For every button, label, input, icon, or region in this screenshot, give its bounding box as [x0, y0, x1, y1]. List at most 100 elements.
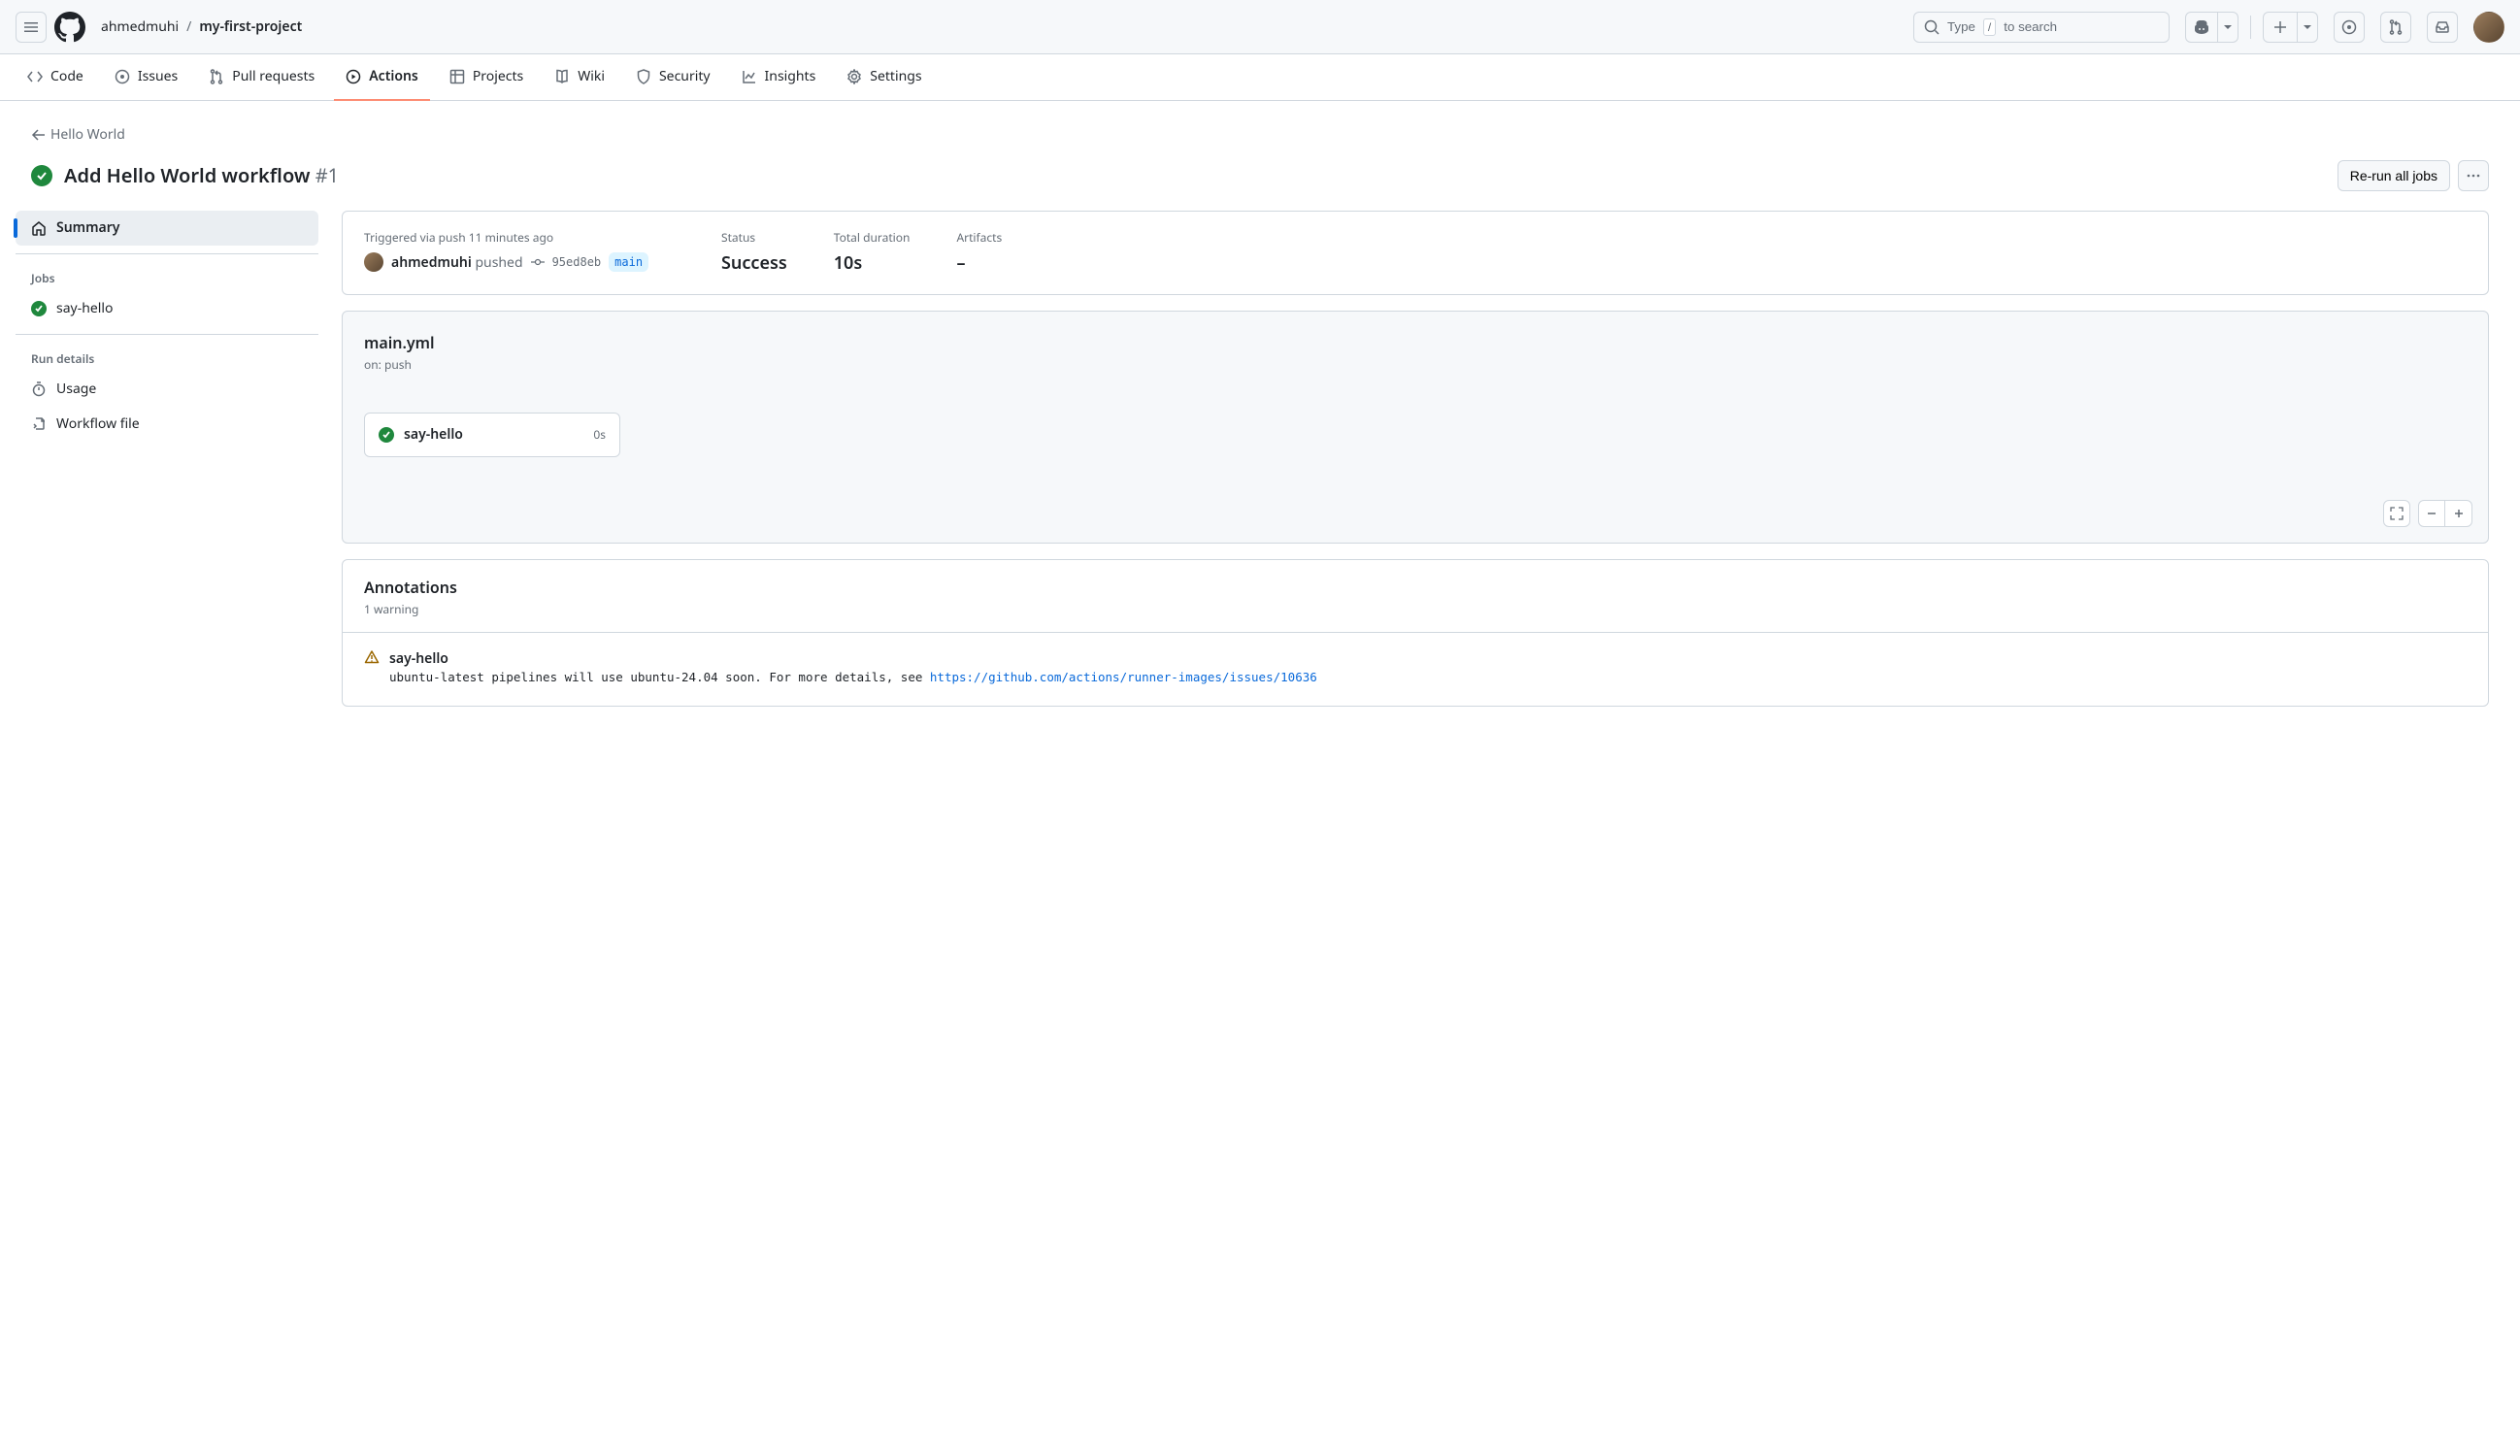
create-new-button[interactable]	[2263, 12, 2298, 43]
user-avatar[interactable]	[2473, 12, 2504, 43]
trigger-user-text: ahmedmuhi pushed	[391, 252, 523, 273]
arrow-left-icon	[31, 127, 47, 143]
hamburger-icon	[23, 19, 39, 35]
sidebar-workflow-file[interactable]: Workflow file	[16, 407, 318, 442]
play-circle-icon	[346, 69, 361, 84]
annotations-card: Annotations 1 warning say-hello ubuntu-l…	[342, 559, 2489, 708]
workflow-trigger: on: push	[364, 356, 2467, 374]
run-title: Add Hello World workflow #1	[31, 161, 339, 190]
search-input[interactable]: Type / to search	[1913, 12, 2170, 43]
duration-label: Total duration	[834, 229, 911, 247]
more-actions-button[interactable]	[2458, 160, 2489, 191]
notifications-button[interactable]	[2427, 12, 2458, 43]
search-icon	[1924, 19, 1940, 35]
hamburger-button[interactable]	[16, 12, 47, 43]
search-suffix: to search	[2004, 19, 2057, 34]
tab-security-label: Security	[659, 66, 711, 86]
pull-request-icon	[2388, 19, 2404, 35]
job-node-say-hello[interactable]: say-hello 0s	[364, 413, 620, 457]
github-logo[interactable]	[54, 12, 85, 43]
home-icon	[31, 220, 47, 236]
tab-actions[interactable]: Actions	[334, 54, 430, 101]
inbox-icon	[2435, 19, 2450, 35]
breadcrumb-repo[interactable]: my-first-project	[199, 17, 302, 37]
trigger-verb: pushed	[475, 253, 522, 272]
artifacts-value: –	[956, 250, 1002, 277]
kebab-icon	[2466, 168, 2481, 183]
sidebar-workflow-file-label: Workflow file	[56, 414, 140, 434]
zoom-in-button[interactable]	[2445, 500, 2472, 527]
tab-wiki-label: Wiki	[578, 66, 605, 86]
commit-sha[interactable]: 95ed8eb	[552, 253, 602, 271]
search-kbd: /	[1983, 18, 1996, 36]
code-icon	[27, 69, 43, 84]
tab-issues-label: Issues	[138, 66, 178, 86]
status-value: Success	[721, 250, 787, 277]
tab-settings[interactable]: Settings	[835, 54, 933, 101]
repo-nav: Code Issues Pull requests Actions Projec…	[0, 54, 2520, 101]
back-link-text: Hello World	[50, 124, 125, 145]
annotation-link[interactable]: https://github.com/actions/runner-images…	[930, 670, 1317, 684]
pull-request-icon	[209, 69, 224, 84]
artifacts-label: Artifacts	[956, 229, 1002, 247]
sidebar-usage[interactable]: Usage	[16, 372, 318, 407]
create-dropdown[interactable]	[2298, 12, 2318, 43]
tab-pull-requests[interactable]: Pull requests	[197, 54, 326, 101]
tab-security[interactable]: Security	[624, 54, 722, 101]
sidebar-jobs-header: Jobs	[16, 262, 318, 291]
branch-badge[interactable]: main	[609, 252, 648, 272]
tab-wiki[interactable]: Wiki	[543, 54, 616, 101]
workflow-card: main.yml on: push say-hello 0s	[342, 311, 2489, 544]
warning-icon	[364, 649, 380, 665]
stopwatch-icon	[31, 381, 47, 397]
tab-insights-label: Insights	[765, 66, 816, 86]
issue-icon	[115, 69, 130, 84]
sidebar-job-say-hello[interactable]: say-hello	[16, 291, 318, 326]
annotations-count: 1 warning	[364, 601, 2467, 618]
project-icon	[449, 69, 465, 84]
chevron-down-icon	[2304, 23, 2311, 31]
fullscreen-icon	[2390, 507, 2404, 520]
pull-requests-button[interactable]	[2380, 12, 2411, 43]
summary-card: Triggered via push 11 minutes ago ahmedm…	[342, 211, 2489, 295]
zoom-out-button[interactable]	[2418, 500, 2445, 527]
annotations-title: Annotations	[364, 576, 2467, 599]
graph-icon	[742, 69, 757, 84]
success-check-icon	[31, 165, 52, 186]
tab-insights[interactable]: Insights	[730, 54, 828, 101]
sidebar-job-label: say-hello	[56, 298, 113, 318]
back-link[interactable]: Hello World	[31, 124, 125, 145]
tab-projects[interactable]: Projects	[438, 54, 535, 101]
tab-settings-label: Settings	[870, 66, 921, 86]
copilot-button[interactable]	[2185, 12, 2218, 43]
trigger-user[interactable]: ahmedmuhi	[391, 253, 472, 272]
job-node-duration: 0s	[593, 426, 606, 444]
search-prefix: Type	[1947, 19, 1975, 34]
success-check-icon	[31, 301, 47, 316]
issues-button[interactable]	[2334, 12, 2365, 43]
gear-icon	[846, 69, 862, 84]
copilot-dropdown[interactable]	[2218, 12, 2238, 43]
repo-breadcrumb: ahmedmuhi / my-first-project	[101, 17, 302, 37]
rerun-button[interactable]: Re-run all jobs	[2338, 160, 2450, 191]
copilot-button-group	[2185, 12, 2238, 43]
trigger-user-avatar[interactable]	[364, 252, 383, 272]
sidebar-summary[interactable]: Summary	[16, 211, 318, 246]
tab-issues[interactable]: Issues	[103, 54, 189, 101]
breadcrumb-owner[interactable]: ahmedmuhi	[101, 17, 179, 37]
chevron-down-icon	[2224, 23, 2232, 31]
plus-icon	[2273, 20, 2287, 34]
create-button-group	[2263, 12, 2318, 43]
shield-icon	[636, 69, 651, 84]
run-title-text: Add Hello World workflow	[64, 162, 311, 188]
fullscreen-button[interactable]	[2383, 500, 2410, 527]
tab-pr-label: Pull requests	[232, 66, 315, 86]
duration-value: 10s	[834, 250, 911, 277]
tab-code[interactable]: Code	[16, 54, 95, 101]
annotation-message: ubuntu-latest pipelines will use ubuntu-…	[389, 669, 1317, 687]
tab-actions-label: Actions	[369, 66, 418, 86]
tab-code-label: Code	[50, 66, 83, 86]
github-mark-icon	[54, 12, 85, 43]
trigger-line: Triggered via push 11 minutes ago	[364, 229, 675, 247]
plus-icon	[2453, 508, 2465, 519]
